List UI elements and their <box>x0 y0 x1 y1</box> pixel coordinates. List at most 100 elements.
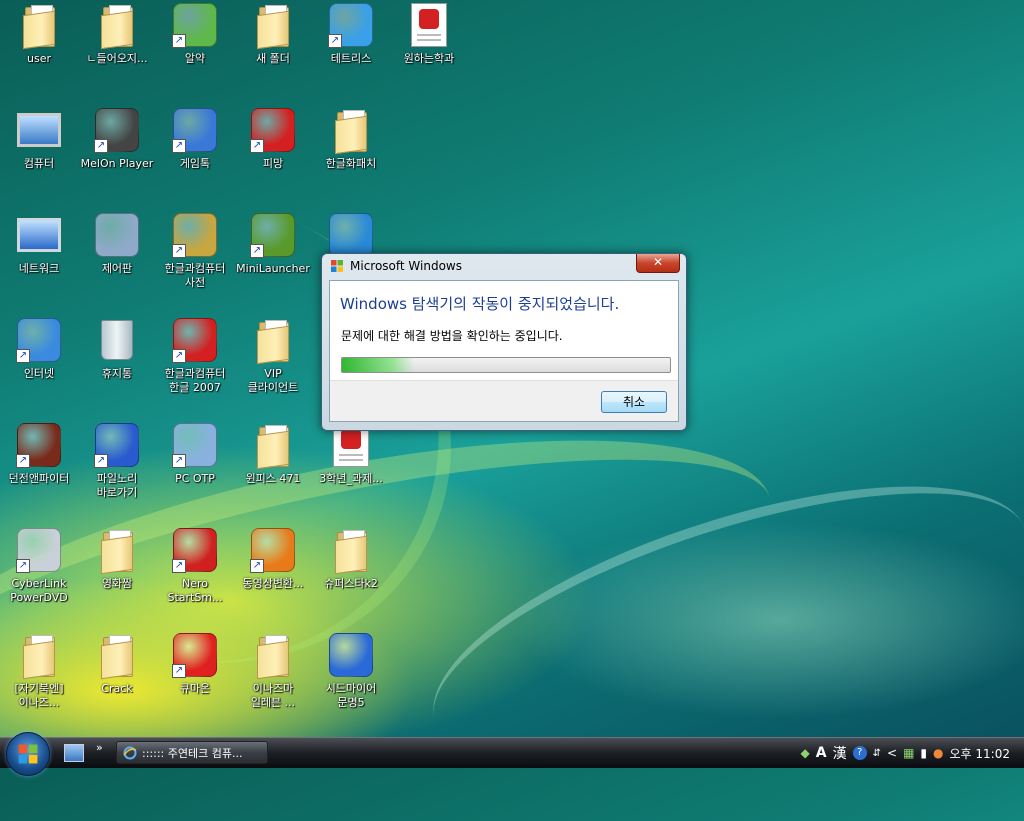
powerdvd-icon: ↗ <box>16 527 62 573</box>
desktop-icon[interactable]: ㄴ들어오지... <box>78 0 156 100</box>
desktop-icon-label: 테트리스 <box>330 52 372 65</box>
folder-icon <box>328 107 374 155</box>
dialog-button-bar: 취소 <box>330 380 678 421</box>
desktop-icon[interactable]: ↗ 인터넷 <box>0 315 78 415</box>
nero-icon: ↗ <box>172 527 218 573</box>
filenori-icon: ↗ <box>94 422 140 468</box>
desktop-icon[interactable]: VIP 클라이언트 <box>234 315 312 415</box>
desktop-icon-label: 새 폴더 <box>256 52 290 65</box>
desktop-icon[interactable]: 영화짬 <box>78 525 156 625</box>
recycle-bin-icon <box>94 317 140 363</box>
dialog-content: Windows 탐색기의 작동이 중지되었습니다. 문제에 대한 해결 방법을 … <box>329 280 679 422</box>
folder-icon <box>94 527 140 575</box>
language-bar-icon[interactable]: ◆ <box>801 746 810 760</box>
desktop-icon[interactable]: 슈퍼스타k2 <box>312 525 390 625</box>
computer-icon <box>16 107 62 153</box>
dialog-heading: Windows 탐색기의 작동이 중지되었습니다. <box>340 295 620 313</box>
desktop-icon[interactable]: ↗ 파일노리 바로가기 <box>78 420 156 520</box>
desktop-icon[interactable]: ↗ 피망 <box>234 105 312 205</box>
shortcut-arrow-icon: ↗ <box>16 559 30 573</box>
show-hidden-icons-chevron[interactable]: < <box>887 746 897 760</box>
desktop-icon[interactable]: ↗ 던전앤파이터 <box>0 420 78 520</box>
desktop-icon-label: 제어판 <box>101 262 133 275</box>
desktop-icon[interactable]: 제어판 <box>78 210 156 310</box>
desktop-icon[interactable]: ↗ CyberLink PowerDVD <box>0 525 78 625</box>
desktop-icon-label: 원하는학과 <box>403 52 455 65</box>
progress-bar <box>341 357 671 373</box>
desktop-icon-label: 시드마이어 문명5 <box>325 682 377 709</box>
volume-icon[interactable]: ▮ <box>920 746 927 760</box>
desktop-icon-label: 알약 <box>184 52 206 65</box>
cancel-button[interactable]: 취소 <box>601 391 667 413</box>
shortcut-arrow-icon: ↗ <box>172 139 186 153</box>
controlpanel-icon <box>94 212 140 258</box>
ie-icon: ↗ <box>16 317 62 363</box>
desktop-icon[interactable]: 윈피스 471 <box>234 420 312 520</box>
desktop-icon-label: 슈퍼스타k2 <box>324 577 378 590</box>
desktop-icon[interactable]: 3학년_과제... <box>312 420 390 520</box>
desktop-icon[interactable]: 시드마이어 문명5 <box>312 630 390 730</box>
desktop-icon[interactable]: ↗ 알약 <box>156 0 234 100</box>
desktop-icon-label: Crack <box>101 682 133 695</box>
desktop-icon-label: VIP 클라이언트 <box>247 367 299 394</box>
progress-fill <box>342 358 415 372</box>
error-dialog: Microsoft Windows ✕ Windows 탐색기의 작동이 중지되… <box>321 253 687 431</box>
tetris-icon: ↗ <box>328 2 374 48</box>
desktop-icon-label: PC OTP <box>175 472 215 485</box>
start-button[interactable] <box>6 732 50 776</box>
desktop-icon-label: 윈피스 471 <box>245 472 301 485</box>
dialog-titlebar[interactable]: Microsoft Windows <box>322 254 686 278</box>
shortcut-arrow-icon: ↗ <box>16 454 30 468</box>
dnf-icon: ↗ <box>16 422 62 468</box>
desktop-icon[interactable]: 컴퓨터 <box>0 105 78 205</box>
ime-hanja-indicator[interactable]: 漢 <box>833 743 847 763</box>
shortcut-arrow-icon: ↗ <box>94 139 108 153</box>
security-icon[interactable]: ● <box>933 746 943 760</box>
desktop-icon[interactable]: 한글화패치 <box>312 105 390 205</box>
desktop-icon-label: [자기북엔] 이나즈... <box>14 682 64 709</box>
desktop-icon[interactable]: 이나즈마 일레븐 ... <box>234 630 312 730</box>
shortcut-arrow-icon: ↗ <box>328 34 342 48</box>
ie-icon <box>123 746 137 759</box>
desktop-icon[interactable]: ↗ 큐마온 <box>156 630 234 730</box>
taskbar-button-ie[interactable]: :::::: 주연테크 컴퓨... <box>116 741 268 764</box>
shortcut-arrow-icon: ↗ <box>94 454 108 468</box>
desktop-icon[interactable]: ↗ MiniLauncher <box>234 210 312 310</box>
taskbar: » :::::: 주연테크 컴퓨... ◆ A 漢 ? ⇵ < ▦ ▮ ● 오후… <box>0 732 1024 776</box>
desktop-icon[interactable]: ↗ MelOn Player <box>78 105 156 205</box>
desktop-icon[interactable]: 네트워크 <box>0 210 78 310</box>
desktop-icon-label: 영화짬 <box>101 577 133 590</box>
desktop-icon[interactable]: ↗ 동영상변환... <box>234 525 312 625</box>
show-desktop-icon[interactable] <box>64 744 84 762</box>
desktop-icon-label: MelOn Player <box>80 157 154 170</box>
desktop-icon[interactable]: ↗ 한글과컴퓨터 사전 <box>156 210 234 310</box>
cloud-icon <box>328 212 374 258</box>
network-icon[interactable]: ▦ <box>903 746 914 760</box>
close-button[interactable]: ✕ <box>636 254 680 273</box>
show-icon: ↗ <box>250 527 296 573</box>
shortcut-arrow-icon: ↗ <box>172 34 186 48</box>
help-icon[interactable]: ? <box>852 746 867 760</box>
desktop-icon[interactable]: [자기북엔] 이나즈... <box>0 630 78 730</box>
quicklaunch-chevron[interactable]: » <box>96 741 103 754</box>
desktop-icon-label: 피망 <box>262 157 284 170</box>
desktop-icon[interactable]: ↗ Nero StartSm... <box>156 525 234 625</box>
desktop-icon-label: ㄴ들어오지... <box>86 52 148 65</box>
desktop-icon[interactable]: 새 폴더 <box>234 0 312 100</box>
ime-a-indicator[interactable]: A <box>816 745 827 761</box>
desktop-icon[interactable]: user <box>0 0 78 100</box>
desktop-icon[interactable]: ↗ PC OTP <box>156 420 234 520</box>
clock[interactable]: 오후 11:02 <box>950 745 1010 762</box>
ime-options-icon[interactable]: ⇵ <box>873 748 881 759</box>
zip-icon <box>328 632 374 678</box>
desktop-icon[interactable]: ↗ 테트리스 <box>312 0 390 100</box>
desktop-icon[interactable]: 원하는학과 <box>390 0 468 100</box>
desktop-icon[interactable]: 휴지통 <box>78 315 156 415</box>
desktop-icon-label: user <box>27 52 51 65</box>
dialog-title: Microsoft Windows <box>350 259 462 273</box>
desktop-icon[interactable]: Crack <box>78 630 156 730</box>
desktop-icon[interactable]: ↗ 게임톡 <box>156 105 234 205</box>
desktop-icon-label: CyberLink PowerDVD <box>10 577 68 604</box>
desktop-icon-label: 인터넷 <box>23 367 55 380</box>
desktop-icon[interactable]: ↗ 한글과컴퓨터 한글 2007 <box>156 315 234 415</box>
